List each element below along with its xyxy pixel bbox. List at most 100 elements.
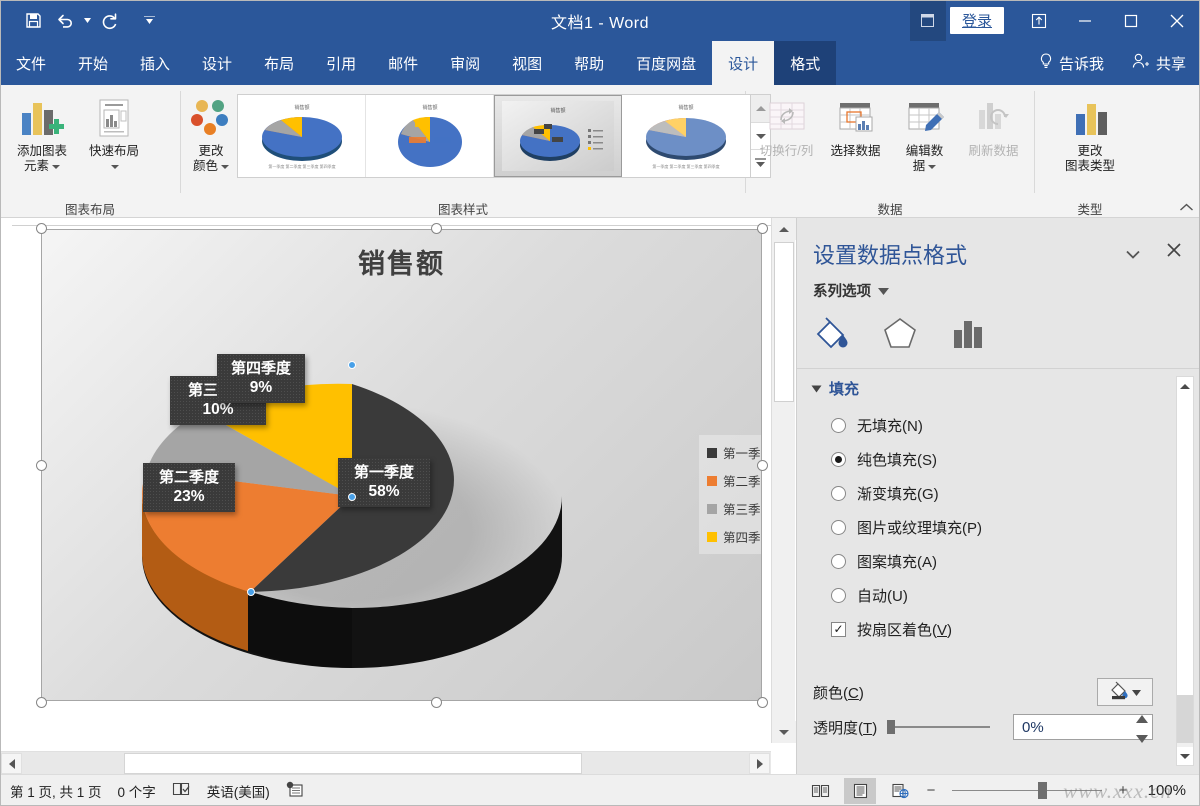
data-point-handle-top[interactable] [348,361,356,369]
tab-references[interactable]: 引用 [310,41,372,85]
maximize-button[interactable] [1108,0,1154,41]
fill-option-gradient[interactable]: 渐变填充(G) [831,476,1151,510]
web-layout-view-button[interactable] [884,778,916,804]
legend-item-q1[interactable]: 第一季度 [707,443,761,462]
fill-option-none[interactable]: 无填充(N) [831,408,1151,442]
tab-file[interactable]: 文件 [0,41,62,85]
change-chart-type-button[interactable]: 更改 图表类型 [1052,90,1128,178]
pane-scrollbar-track[interactable] [1177,695,1193,743]
tab-insert[interactable]: 插入 [124,41,186,85]
chart-handle-top-left[interactable] [36,223,47,234]
spinner-up-icon[interactable] [1136,710,1148,727]
effects-icon[interactable] [879,314,921,352]
edit-data-button[interactable]: 编辑数据 [890,90,959,178]
pane-scrollbar-thumb[interactable] [1177,395,1193,695]
slider-knob[interactable] [887,720,896,734]
fill-section-header[interactable]: 填充 [811,378,859,399]
tab-chart-format[interactable]: 格式 [774,41,837,85]
save-icon[interactable] [18,7,48,35]
close-button[interactable] [1154,0,1200,41]
legend-item-q2[interactable]: 第二季度 [707,471,761,490]
chart-object[interactable]: 销售额 10% 第四季度 9% 第二季度 23% 第一季度 58% 第一季 第二… [41,229,762,701]
vertical-scrollbar-thumb[interactable] [774,242,794,402]
data-point-handle-arc[interactable] [247,588,255,596]
word-count[interactable]: 0 个字 [118,781,156,801]
tab-baidu-netdisk[interactable]: 百度网盘 [620,41,712,85]
ribbon-display-options-icon[interactable] [909,0,946,41]
zoom-out-button[interactable]: − [924,782,938,799]
scroll-down-button[interactable] [772,721,796,743]
tab-mailings[interactable]: 邮件 [372,41,434,85]
task-pane-scrollbar[interactable] [1176,376,1194,766]
series-options-selector[interactable]: 系列选项 [813,280,889,301]
minimize-button[interactable] [1062,0,1108,41]
undo-icon[interactable] [50,7,80,35]
scroll-up-button[interactable] [772,218,796,240]
chart-handle-bottom-right[interactable] [757,697,768,708]
task-pane-close-button[interactable] [1166,240,1182,264]
chart-handle-top-center[interactable] [431,223,442,234]
redo-icon[interactable] [94,7,124,35]
scroll-right-button[interactable] [749,753,770,774]
chart-handle-top-right[interactable] [757,223,768,234]
switch-row-column-button[interactable]: 切换行/列 [752,90,821,163]
ribbon-state-icon[interactable] [1016,0,1062,41]
collapse-ribbon-button[interactable] [1179,201,1194,215]
tab-help[interactable]: 帮助 [558,41,620,85]
read-mode-view-button[interactable] [804,778,836,804]
document-page[interactable]: 销售额 10% 第四季度 9% 第二季度 23% 第一季度 58% 第一季 第二… [0,223,770,743]
data-point-handle-center[interactable] [348,493,356,501]
radio-no-fill[interactable] [831,417,846,433]
vertical-scrollbar[interactable] [771,218,796,743]
tab-review[interactable]: 审阅 [434,41,496,85]
scroll-left-button[interactable] [1,753,22,774]
tell-me-button[interactable]: 告诉我 [1025,41,1118,85]
fill-option-solid[interactable]: 纯色填充(S) [831,442,1151,476]
legend-item-q3[interactable]: 第三季度 [707,499,761,518]
macro-record-icon[interactable] [286,781,303,800]
pane-scroll-down-button[interactable] [1177,747,1193,765]
print-layout-view-button[interactable] [844,777,876,804]
proofing-status-icon[interactable] [172,781,191,800]
language-indicator[interactable]: 英语(美国) [207,781,270,801]
chart-handle-mid-right[interactable] [757,460,768,471]
chart-handle-mid-left[interactable] [36,460,47,471]
chart-handle-bottom-center[interactable] [431,697,442,708]
zoom-slider-knob[interactable] [1038,782,1047,799]
tab-view[interactable]: 视图 [496,41,558,85]
select-data-button[interactable]: 选择数据 [821,90,890,163]
chart-legend[interactable]: 第一季度 第二季度 第三季度 第四季度 [699,435,761,554]
fill-option-picture-texture[interactable]: 图片或纹理填充(P) [831,510,1151,544]
legend-item-q4[interactable]: 第四季度 [707,527,761,546]
quick-layout-button[interactable]: 快速布局 [78,90,150,178]
checkbox-vary-colors-by-slice[interactable]: ✓ [831,621,846,637]
fill-option-pattern[interactable]: 图案填充(A) [831,544,1151,578]
data-label-q2[interactable]: 第二季度 23% [143,463,235,512]
spinner-arrows[interactable] [1136,714,1148,743]
fill-option-automatic[interactable]: 自动(U) [831,578,1151,612]
chart-style-item-3[interactable]: 销售额 [494,95,622,177]
chart-style-item-2[interactable]: 销售额 [366,95,494,177]
horizontal-scrollbar-thumb[interactable] [124,753,582,774]
tab-layout[interactable]: 布局 [248,41,310,85]
tab-chart-design[interactable]: 设计 [712,41,775,85]
pane-scroll-up-button[interactable] [1177,377,1193,395]
series-options-icon[interactable] [947,314,989,352]
zoom-in-button[interactable]: + [1116,782,1130,799]
document-canvas[interactable]: 销售额 10% 第四季度 9% 第二季度 23% 第一季度 58% 第一季 第二… [0,218,795,743]
chart-style-item-1[interactable]: 销售额 第一季度 第二季度 第三季度 第四季度 [238,95,366,177]
radio-pattern-fill[interactable] [831,553,846,569]
refresh-data-button[interactable]: 刷新数据 [959,90,1028,163]
tab-design-doc[interactable]: 设计 [186,41,248,85]
change-colors-button[interactable]: 更改 颜色 [187,90,235,178]
radio-picture-texture-fill[interactable] [831,519,846,535]
share-button[interactable]: 共享 [1118,41,1200,85]
chart-title[interactable]: 销售额 [42,242,761,281]
undo-dropdown-icon[interactable] [82,7,92,35]
page-indicator[interactable]: 第 1 页, 共 1 页 [10,781,102,801]
radio-automatic-fill[interactable] [831,587,846,603]
vary-colors-by-slice-row[interactable]: ✓ 按扇区着色(V) [831,612,1151,646]
radio-gradient-fill[interactable] [831,485,846,501]
customize-qat-icon[interactable] [134,7,164,35]
chart-handle-bottom-left[interactable] [36,697,47,708]
